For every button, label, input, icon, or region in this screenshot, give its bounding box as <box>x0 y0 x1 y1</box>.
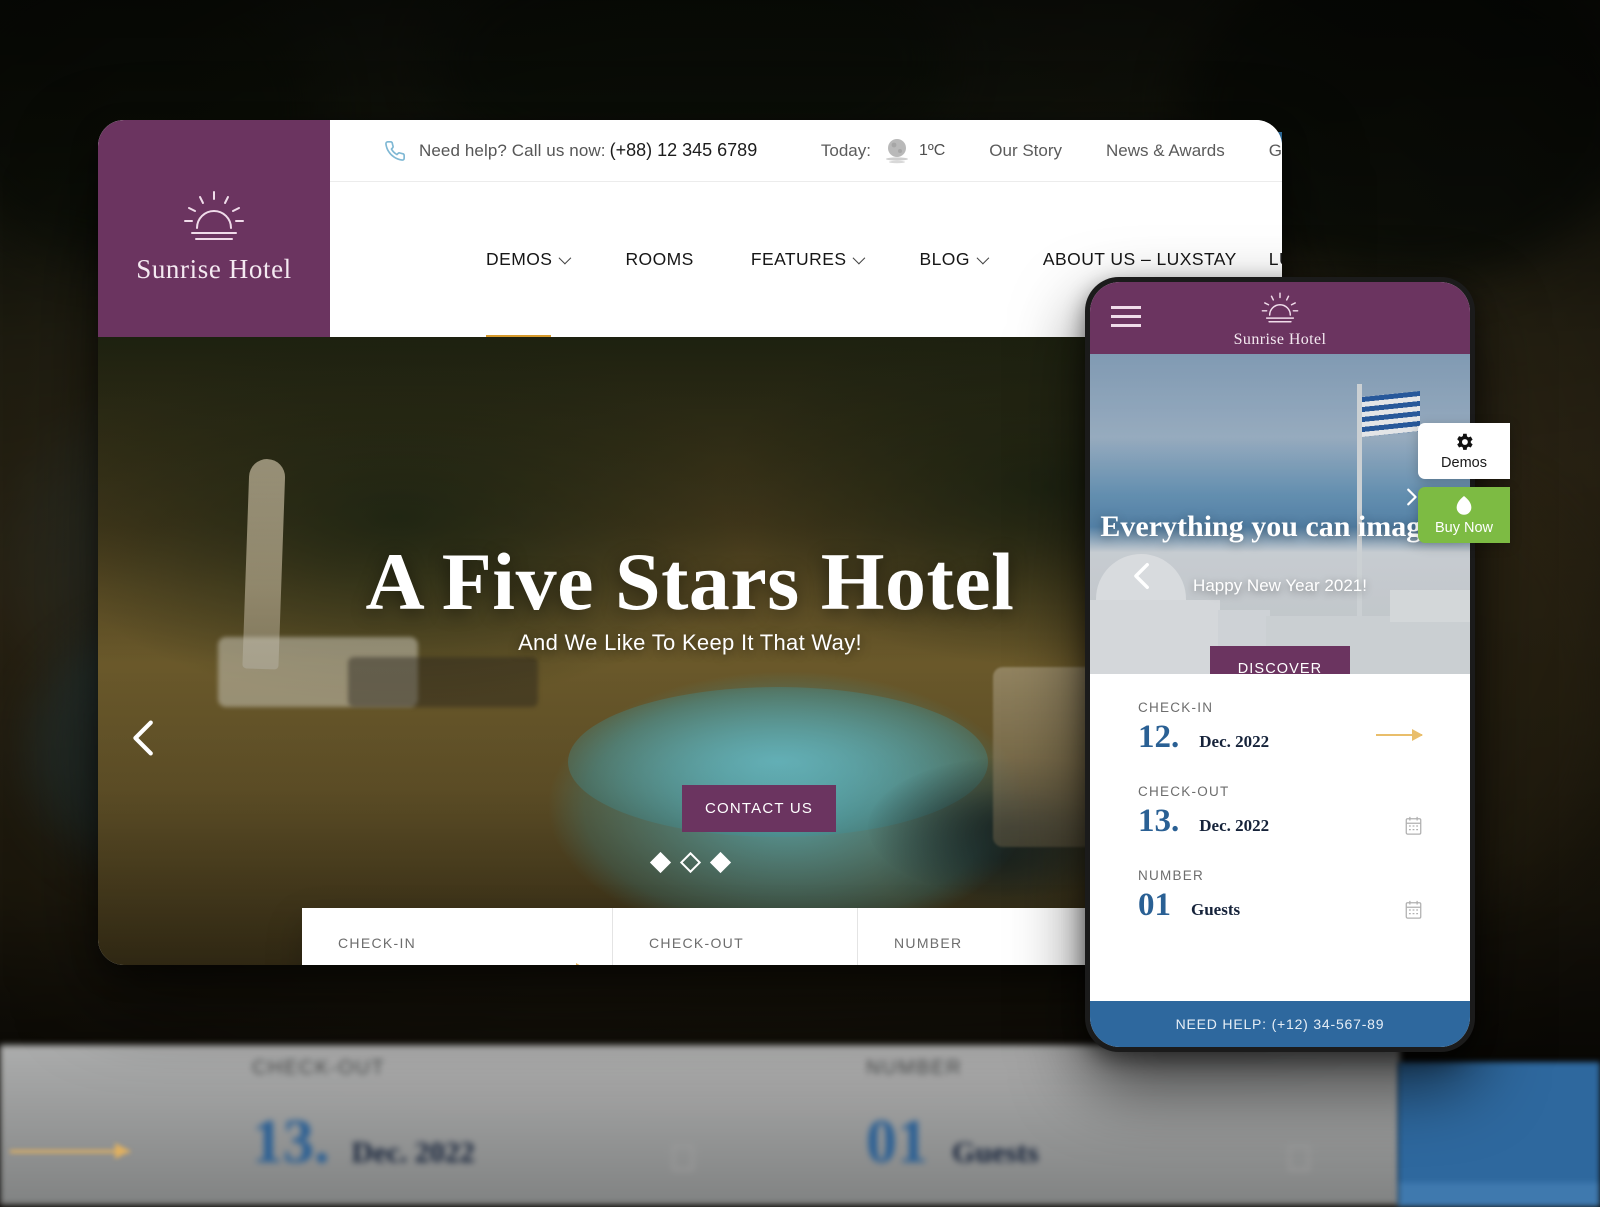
buy-now-floating-button[interactable]: Buy Now <box>1418 487 1510 543</box>
contact-us-button[interactable]: CONTACT US <box>682 785 836 832</box>
ghost-booking-bar: CHECK-OUT 13. Dec. 2022 NUMBER 01 Guests <box>0 1045 1400 1205</box>
mobile-need-help-bar[interactable]: NEED HELP: (+12) 34-567-89 <box>1090 1001 1470 1047</box>
mobile-checkout-day: 13. <box>1138 805 1179 838</box>
calendar-icon[interactable] <box>1405 900 1422 919</box>
checkout-day: 13. <box>649 960 699 965</box>
gear-icon <box>1453 431 1475 453</box>
checkin-label: CHECK-IN <box>338 935 612 951</box>
chevron-down-icon <box>976 252 989 265</box>
hamburger-menu-icon[interactable] <box>1111 306 1141 333</box>
ghost-checkout-label: CHECK-OUT <box>252 1057 385 1080</box>
nav-item-features[interactable]: FEATURES <box>751 249 863 270</box>
mobile-logo[interactable]: Sunrise Hotel <box>1234 288 1327 349</box>
mobile-checkin-label: CHECK-IN <box>1138 700 1422 715</box>
mobile-number-value: 01 <box>1138 889 1171 922</box>
mobile-checkout-label: CHECK-OUT <box>1138 784 1422 799</box>
mobile-booking-field-checkin[interactable]: CHECK-IN 12. Dec. 2022 <box>1138 700 1422 754</box>
nav-item-blog[interactable]: BLOG <box>919 249 985 270</box>
desktop-topbar: Need help? Call us now: (+88) 12 345 678… <box>330 120 1282 182</box>
slider-dot-2[interactable] <box>679 852 700 873</box>
today-label: Today: <box>821 141 871 161</box>
chevron-down-icon <box>853 252 866 265</box>
sunrise-logo-icon <box>175 188 253 248</box>
ghost-number-unit: Guests <box>952 1136 1039 1170</box>
topnav-gallery-truncated[interactable]: G <box>1269 141 1282 161</box>
nav-label: FEATURES <box>751 249 847 270</box>
mobile-checkout-month: Dec. 2022 <box>1199 816 1269 836</box>
nav-item-rooms[interactable]: ROOMS <box>625 249 693 270</box>
nav-label: LUXSTAY CONTACT <box>1269 249 1282 270</box>
calendar-icon[interactable] <box>1405 816 1422 835</box>
chevron-right-icon[interactable] <box>1400 486 1422 508</box>
help-text: Need help? Call us now: <box>419 141 606 161</box>
help-phone-number: (+88) 12 345 6789 <box>610 140 758 161</box>
demos-label: Demos <box>1441 455 1487 471</box>
booking-field-checkin[interactable]: CHECK-IN 12. Dec. 2022 <box>302 908 612 965</box>
leaf-icon <box>1453 495 1475 519</box>
topnav-news-awards[interactable]: News & Awards <box>1106 141 1225 161</box>
ghost-number-value: 01 <box>866 1107 928 1178</box>
weather-widget: Today: 1ºC <box>821 135 945 167</box>
booking-field-checkout[interactable]: CHECK-OUT 13. Dec. 2022 <box>612 908 857 965</box>
logo-name: Sunrise Hotel <box>136 254 292 285</box>
mobile-screen: Sunrise Hotel Everything you can imagine… <box>1090 282 1470 1047</box>
slider-dot-1[interactable] <box>649 852 670 873</box>
ghost-checkout-day: 13. <box>252 1107 330 1178</box>
chevron-left-icon[interactable] <box>1126 559 1160 593</box>
mobile-booking-panel: CHECK-IN 12. Dec. 2022 CHECK-OUT 13. Dec… <box>1090 674 1470 968</box>
mobile-hero-title: Everything you can imagine <box>1090 510 1470 544</box>
checkin-day: 12. <box>338 960 388 965</box>
demos-floating-button[interactable]: Demos <box>1418 423 1510 479</box>
ghost-number-label: NUMBER <box>866 1057 962 1080</box>
ghost-checkout-month: Dec. 2022 <box>352 1136 475 1170</box>
ghost-arrow-icon <box>10 1150 130 1153</box>
mobile-logo-name: Sunrise Hotel <box>1234 331 1327 349</box>
chevron-left-icon[interactable] <box>122 715 168 761</box>
mobile-booking-field-number[interactable]: NUMBER 01 Guests <box>1138 868 1422 922</box>
chevron-down-icon <box>559 252 572 265</box>
nav-item-demos[interactable]: DEMOS <box>486 249 568 270</box>
number-value: 01 <box>894 960 934 965</box>
nav-item-about-us[interactable]: ABOUT US – LUXSTAY <box>1043 249 1237 270</box>
sunrise-logo-icon <box>1255 292 1305 326</box>
checkout-label: CHECK-OUT <box>649 935 857 951</box>
discover-button[interactable]: DISCOVER <box>1210 646 1350 674</box>
desktop-logo-block[interactable]: Sunrise Hotel <box>98 120 330 337</box>
mobile-number-label: NUMBER <box>1138 868 1422 883</box>
ghost-calendar-icon <box>672 1145 694 1171</box>
nav-label: ROOMS <box>625 249 693 270</box>
mobile-checkin-month: Dec. 2022 <box>1199 732 1269 752</box>
buy-now-label: Buy Now <box>1435 520 1493 536</box>
topbar-right-group: Today: 1ºC Our Story News & Awards G <box>821 135 1282 167</box>
mobile-mockup-device: Sunrise Hotel Everything you can imagine… <box>1085 277 1475 1052</box>
nav-label: BLOG <box>919 249 969 270</box>
arrow-right-icon <box>1376 734 1422 736</box>
ghost-blue-panel <box>1398 1062 1600 1207</box>
nav-label: DEMOS <box>486 249 552 270</box>
help-phone-group[interactable]: Need help? Call us now: (+88) 12 345 678… <box>384 140 757 162</box>
mobile-header: Sunrise Hotel <box>1090 282 1470 354</box>
nav-label: ABOUT US – LUXSTAY <box>1043 249 1237 270</box>
mobile-checkin-day: 12. <box>1138 721 1179 754</box>
weather-cloud-icon <box>881 135 913 167</box>
ghost-calendar-icon <box>1288 1145 1310 1171</box>
mobile-booking-field-checkout[interactable]: CHECK-OUT 13. Dec. 2022 <box>1138 784 1422 838</box>
mobile-hero: Everything you can imagine Happy New Yea… <box>1090 354 1470 674</box>
slider-dot-3[interactable] <box>709 852 730 873</box>
phone-icon <box>384 140 406 162</box>
mobile-number-unit: Guests <box>1191 900 1240 920</box>
topnav-our-story[interactable]: Our Story <box>989 141 1062 161</box>
nav-item-luxstay-contact[interactable]: LUXSTAY CONTACT <box>1269 249 1282 270</box>
temperature-value: 1ºC <box>919 142 945 160</box>
